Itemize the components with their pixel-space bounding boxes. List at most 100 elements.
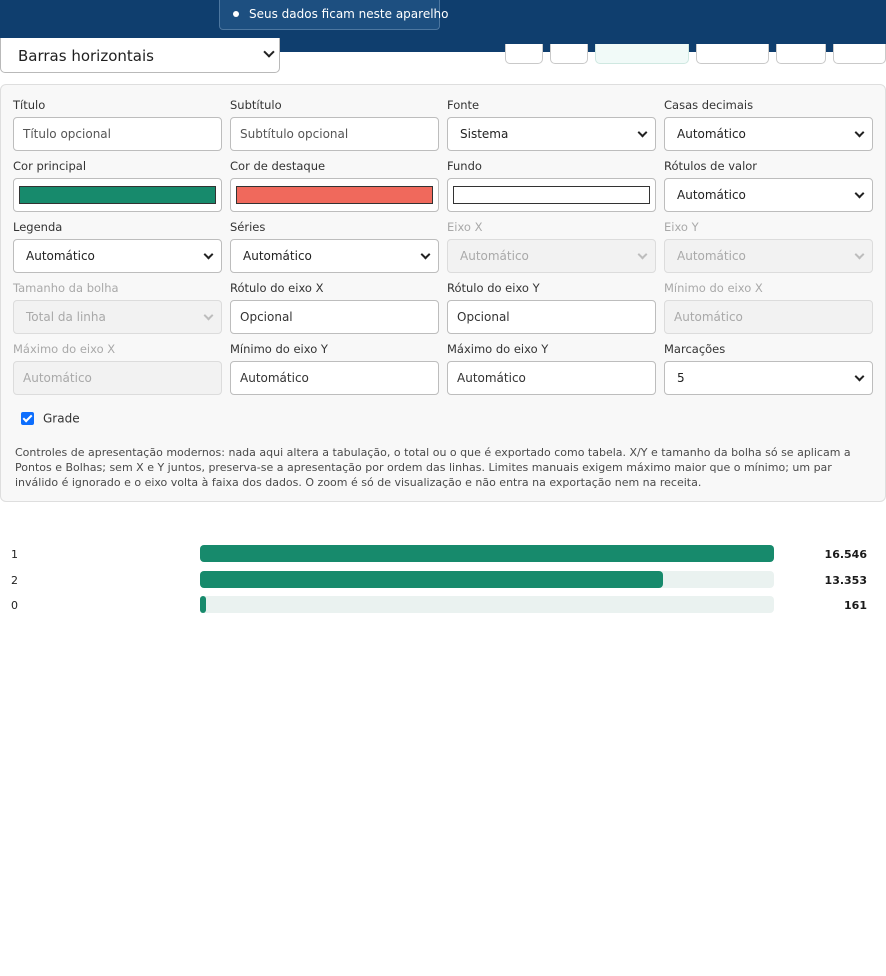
value-labels-label: Rótulos de valor [664, 159, 758, 173]
series-value: Automático [243, 249, 312, 263]
bar-track [200, 545, 774, 562]
bar-category-label: 1 [11, 548, 18, 561]
highlight-color-label: Cor de destaque [230, 159, 326, 173]
y-axis-field: Eixo Y Automático [664, 220, 873, 273]
highlight-color-swatch [236, 186, 433, 204]
chevron-down-icon [263, 46, 275, 58]
value-labels-select[interactable]: Automático [664, 178, 873, 212]
y-axis-title-input[interactable]: Opcional [447, 300, 656, 334]
main-color-label: Cor principal [13, 159, 87, 173]
bubble-size-field: Tamanho da bolha Total da linha [13, 281, 222, 334]
series-field: Séries Automático [230, 220, 439, 273]
series-label: Séries [230, 220, 266, 234]
x-axis-label: Eixo X [447, 220, 483, 234]
y-axis-title-label: Rótulo do eixo Y [447, 281, 540, 295]
font-label: Fonte [447, 98, 480, 112]
grid-label: Grade [43, 411, 80, 426]
x-axis-title-label: Rótulo do eixo X [230, 281, 324, 295]
bubble-size-label: Tamanho da bolha [13, 281, 119, 295]
value-labels-value: Automático [677, 188, 746, 202]
chevron-down-icon [854, 188, 865, 199]
background-color-field: Fundo [447, 159, 656, 212]
subtitle-label: Subtítulo [230, 98, 282, 112]
main-color-field: Cor principal [13, 159, 222, 212]
y-axis-title-field: Rótulo do eixo Y Opcional [447, 281, 656, 334]
x-min-label: Mínimo do eixo X [664, 281, 763, 295]
highlight-color-field: Cor de destaque [230, 159, 439, 212]
y-min-field: Mínimo do eixo Y Automático [230, 342, 439, 395]
toolbar-button-primary[interactable] [595, 44, 689, 64]
background-color-label: Fundo [447, 159, 482, 173]
bar [200, 571, 664, 588]
chevron-down-icon [637, 249, 648, 260]
bubble-size-select: Total da linha [13, 300, 222, 334]
help-text: Controles de apresentação modernos: nada… [15, 446, 851, 489]
legend-select[interactable]: Automático [13, 239, 222, 273]
chevron-down-icon [854, 249, 865, 260]
title-label: Título [13, 98, 46, 112]
x-axis-field: Eixo X Automático [447, 220, 656, 273]
toolbar-button-5[interactable] [833, 44, 886, 64]
background-color-swatch [453, 186, 650, 204]
privacy-notice: Seus dados ficam neste aparelho [219, 0, 448, 30]
bubble-size-value: Total da linha [26, 310, 106, 324]
chevron-down-icon [854, 127, 865, 138]
main-color-swatch [19, 186, 216, 204]
font-value: Sistema [460, 127, 509, 141]
x-min-input: Automático [664, 300, 873, 334]
title-input[interactable]: Título opcional [13, 117, 222, 151]
main-color-input[interactable] [13, 178, 222, 212]
y-axis-value: Automático [677, 249, 746, 263]
font-field: Fonte Sistema [447, 98, 656, 151]
x-axis-title-input[interactable]: Opcional [230, 300, 439, 334]
y-max-input[interactable]: Automático [447, 361, 656, 395]
title-field: Título Título opcional [13, 98, 222, 151]
ticks-field: Marcações 5 [664, 342, 873, 395]
bar-category-label: 0 [11, 599, 18, 612]
legend-value: Automático [26, 249, 95, 263]
toolbar-button-3[interactable] [696, 44, 769, 64]
chart-type-select[interactable]: Barras horizontais [0, 38, 280, 73]
y-min-label: Mínimo do eixo Y [230, 342, 328, 356]
x-axis-title-field: Rótulo do eixo X Opcional [230, 281, 439, 334]
chevron-down-icon [203, 310, 214, 321]
bar-value-label: 161 [844, 599, 867, 612]
ticks-select[interactable]: 5 [664, 361, 873, 395]
bar [200, 545, 774, 562]
chart-type-value: Barras horizontais [18, 47, 154, 65]
decimals-value: Automático [677, 127, 746, 141]
x-max-input: Automático [13, 361, 222, 395]
chevron-down-icon [637, 127, 648, 138]
bullet-icon [233, 10, 239, 17]
ticks-value: 5 [677, 371, 685, 385]
bar-track [200, 596, 774, 613]
chevron-down-icon [203, 249, 214, 260]
ticks-label: Marcações [664, 342, 726, 356]
series-select[interactable]: Automático [230, 239, 439, 273]
y-min-input[interactable]: Automático [230, 361, 439, 395]
toolbar-button-2[interactable] [550, 44, 588, 64]
bar-value-label: 16.546 [824, 548, 867, 561]
x-axis-select: Automático [447, 239, 656, 273]
bar-value-label: 13.353 [824, 574, 867, 587]
highlight-color-input[interactable] [230, 178, 439, 212]
value-labels-field: Rótulos de valor Automático [664, 159, 873, 212]
subtitle-input[interactable]: Subtítulo opcional [230, 117, 439, 151]
decimals-label: Casas decimais [664, 98, 754, 112]
y-max-field: Máximo do eixo Y Automático [447, 342, 656, 395]
toolbar-button-1[interactable] [505, 44, 543, 64]
grid-checkbox[interactable] [21, 412, 34, 425]
x-max-field: Máximo do eixo X Automático [13, 342, 222, 395]
bar-category-label: 2 [11, 574, 18, 587]
chevron-down-icon [420, 249, 431, 260]
font-select[interactable]: Sistema [447, 117, 656, 151]
legend-label: Legenda [13, 220, 63, 234]
y-axis-select: Automático [664, 239, 873, 273]
x-min-field: Mínimo do eixo X Automático [664, 281, 873, 334]
subtitle-field: Subtítulo Subtítulo opcional [230, 98, 439, 151]
decimals-select[interactable]: Automático [664, 117, 873, 151]
toolbar-button-4[interactable] [776, 44, 826, 64]
background-color-input[interactable] [447, 178, 656, 212]
x-axis-value: Automático [460, 249, 529, 263]
grid-toggle[interactable]: Grade [21, 411, 80, 427]
